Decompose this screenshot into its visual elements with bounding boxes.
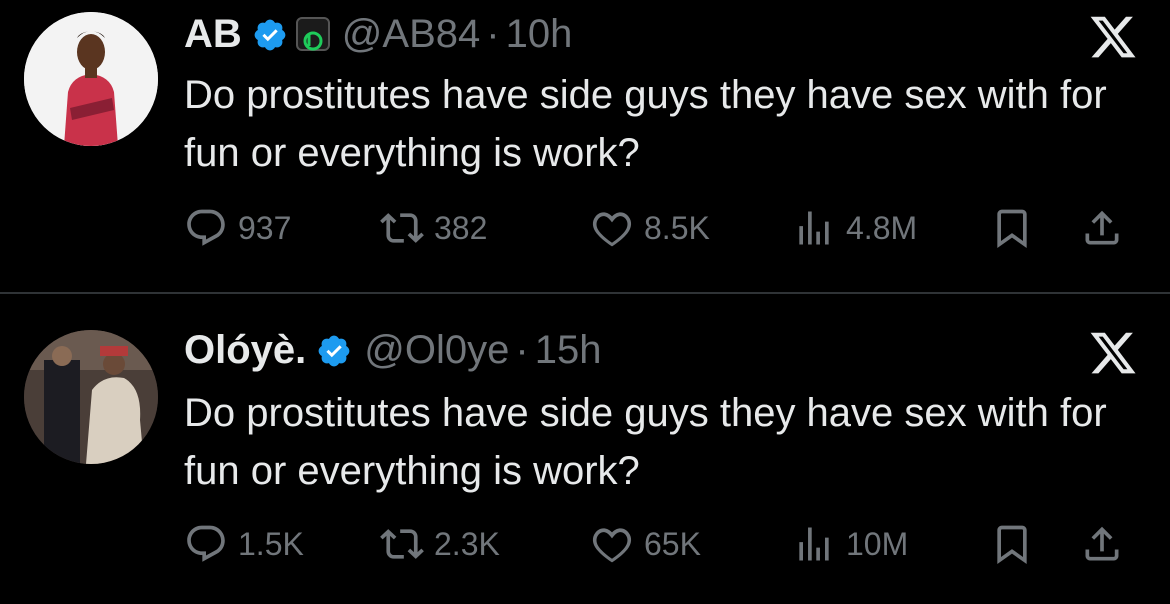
retweet-icon [380, 529, 424, 559]
verified-badge-icon [316, 332, 352, 368]
tweet-actions: 1.5K 2.3K 65K 10M [184, 520, 1144, 568]
retweet-count: 382 [434, 209, 488, 246]
like-button[interactable]: 8.5K [590, 204, 710, 252]
retweet-icon [380, 213, 424, 243]
reply-button[interactable]: 937 [184, 204, 291, 252]
like-count: 8.5K [644, 209, 710, 246]
separator: · [486, 12, 500, 56]
views-button[interactable]: 10M [792, 520, 908, 568]
views-bar-chart-icon [799, 211, 829, 245]
display-name[interactable]: AB [184, 10, 242, 58]
share-button[interactable] [1080, 204, 1124, 252]
avatar[interactable] [24, 330, 158, 464]
verified-badge-icon [252, 16, 288, 52]
user-handle[interactable]: @AB84 [342, 10, 480, 58]
share-button[interactable] [1080, 520, 1124, 568]
view-count: 4.8M [846, 209, 918, 246]
affiliate-b-icon [295, 17, 330, 51]
bookmark-button[interactable] [990, 520, 1034, 568]
timestamp[interactable]: 10h [506, 10, 573, 58]
retweet-count: 2.3K [434, 525, 500, 562]
x-logo-icon [1088, 328, 1138, 378]
views-button[interactable]: 4.8M [792, 204, 917, 252]
share-icon [1085, 526, 1119, 561]
reply-icon [187, 525, 225, 562]
separator: · [515, 328, 529, 372]
avatar[interactable] [24, 12, 158, 146]
retweet-button[interactable]: 2.3K [380, 520, 500, 568]
share-icon [1085, 210, 1119, 245]
reply-count: 1.5K [238, 525, 304, 562]
reply-icon [187, 209, 225, 246]
divider [0, 292, 1170, 294]
timestamp[interactable]: 15h [535, 326, 602, 374]
bookmark-button[interactable] [990, 204, 1034, 252]
reply-count: 937 [238, 209, 292, 246]
heart-icon [592, 212, 632, 247]
tweet-card[interactable]: Olóyè. @Ol0ye · 15h Do prostitutes have … [0, 296, 1170, 604]
like-button[interactable]: 65K [590, 520, 701, 568]
views-bar-chart-icon [799, 527, 829, 561]
tweet-text: Do prostitutes have side guys they have … [184, 391, 1107, 493]
display-name[interactable]: Olóyè. [184, 326, 306, 374]
reply-button[interactable]: 1.5K [184, 520, 304, 568]
retweet-button[interactable]: 382 [380, 204, 487, 252]
x-logo-icon [1088, 12, 1138, 62]
bookmark-icon [997, 525, 1027, 565]
tweet-header: Olóyè. @Ol0ye · 15h [184, 326, 601, 374]
heart-icon [592, 528, 632, 563]
tweet-actions: 937 382 8.5K 4.8M [184, 204, 1144, 252]
view-count: 10M [846, 525, 909, 562]
bookmark-icon [997, 209, 1027, 249]
user-handle[interactable]: @Ol0ye [364, 326, 509, 374]
like-count: 65K [644, 525, 701, 562]
tweet-header: AB @AB84 · 10h [184, 10, 572, 58]
tweet-card[interactable]: AB @AB84 · 10h Do prostitutes have side … [0, 0, 1170, 292]
tweet-text: Do prostitutes have side guys they have … [184, 73, 1107, 175]
